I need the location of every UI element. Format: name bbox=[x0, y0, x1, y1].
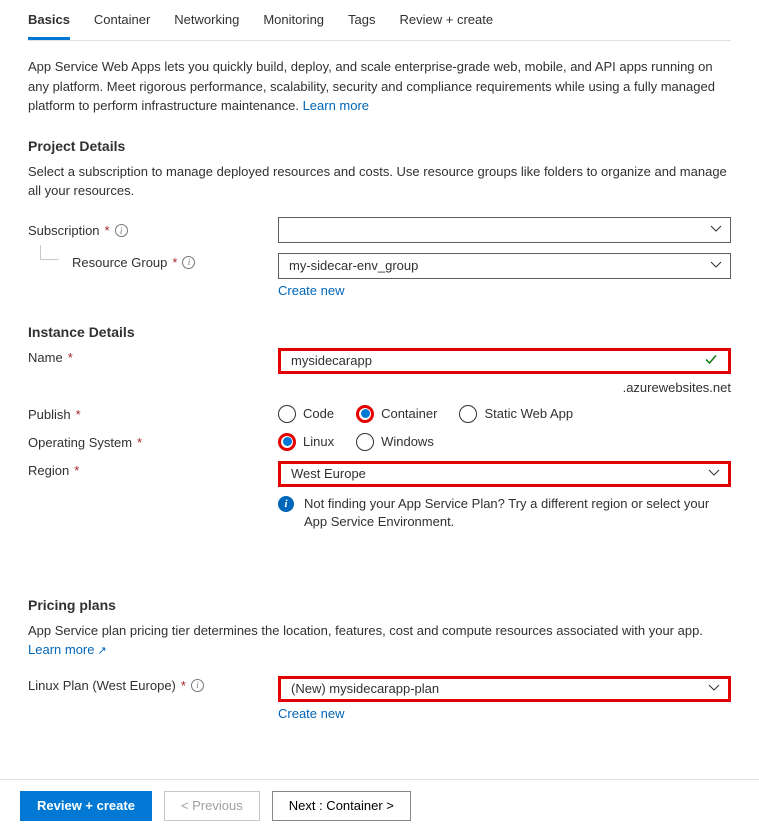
subscription-select[interactable] bbox=[278, 217, 731, 243]
info-icon[interactable]: i bbox=[115, 224, 128, 237]
region-note: Not finding your App Service Plan? Try a… bbox=[304, 495, 731, 531]
required-icon: * bbox=[181, 678, 186, 693]
info-icon[interactable]: i bbox=[182, 256, 195, 269]
os-windows-radio[interactable]: Windows bbox=[356, 433, 434, 451]
tab-networking[interactable]: Networking bbox=[174, 4, 239, 40]
info-icon[interactable]: i bbox=[191, 679, 204, 692]
instance-details-heading: Instance Details bbox=[28, 324, 731, 340]
tab-basics[interactable]: Basics bbox=[28, 4, 70, 40]
os-linux-radio[interactable]: Linux bbox=[278, 433, 334, 451]
tab-monitoring[interactable]: Monitoring bbox=[263, 4, 324, 40]
pricing-learn-more-link[interactable]: Learn more bbox=[28, 642, 107, 657]
resource-group-select[interactable]: my-sidecar-env_group bbox=[278, 253, 731, 279]
required-icon: * bbox=[74, 463, 79, 478]
domain-suffix: .azurewebsites.net bbox=[278, 380, 731, 395]
required-icon: * bbox=[105, 223, 110, 238]
create-new-plan-link[interactable]: Create new bbox=[278, 706, 344, 721]
tab-review[interactable]: Review + create bbox=[400, 4, 494, 40]
review-create-button[interactable]: Review + create bbox=[20, 791, 152, 821]
project-details-desc: Select a subscription to manage deployed… bbox=[28, 162, 731, 201]
os-label: Operating System bbox=[28, 435, 132, 450]
name-label: Name bbox=[28, 350, 63, 365]
required-icon: * bbox=[137, 435, 142, 450]
tab-tags[interactable]: Tags bbox=[348, 4, 375, 40]
project-details-heading: Project Details bbox=[28, 138, 731, 154]
name-input[interactable]: mysidecarapp bbox=[278, 348, 731, 374]
pricing-heading: Pricing plans bbox=[28, 597, 731, 613]
tab-container[interactable]: Container bbox=[94, 4, 150, 40]
intro-text: App Service Web Apps lets you quickly bu… bbox=[28, 57, 731, 116]
pricing-desc: App Service plan pricing tier determines… bbox=[28, 621, 731, 660]
publish-label: Publish bbox=[28, 407, 71, 422]
chevron-down-icon bbox=[710, 258, 722, 273]
publish-code-radio[interactable]: Code bbox=[278, 405, 334, 423]
required-icon: * bbox=[76, 407, 81, 422]
resource-group-label: Resource Group bbox=[72, 255, 167, 270]
checkmark-icon bbox=[704, 352, 718, 369]
publish-staticwebapp-radio[interactable]: Static Web App bbox=[459, 405, 573, 423]
subscription-label: Subscription bbox=[28, 223, 100, 238]
chevron-down-icon bbox=[710, 222, 722, 237]
publish-container-radio[interactable]: Container bbox=[356, 405, 437, 423]
create-new-rg-link[interactable]: Create new bbox=[278, 283, 344, 298]
chevron-down-icon bbox=[708, 466, 720, 481]
region-label: Region bbox=[28, 463, 69, 478]
required-icon: * bbox=[68, 350, 73, 365]
plan-select[interactable]: (New) mysidecarapp-plan bbox=[278, 676, 731, 702]
info-badge-icon: i bbox=[278, 496, 294, 512]
plan-label: Linux Plan (West Europe) bbox=[28, 678, 176, 693]
required-icon: * bbox=[172, 255, 177, 270]
learn-more-link[interactable]: Learn more bbox=[303, 98, 369, 113]
chevron-down-icon bbox=[708, 681, 720, 696]
region-select[interactable]: West Europe bbox=[278, 461, 731, 487]
previous-button[interactable]: < Previous bbox=[164, 791, 260, 821]
next-button[interactable]: Next : Container > bbox=[272, 791, 411, 821]
